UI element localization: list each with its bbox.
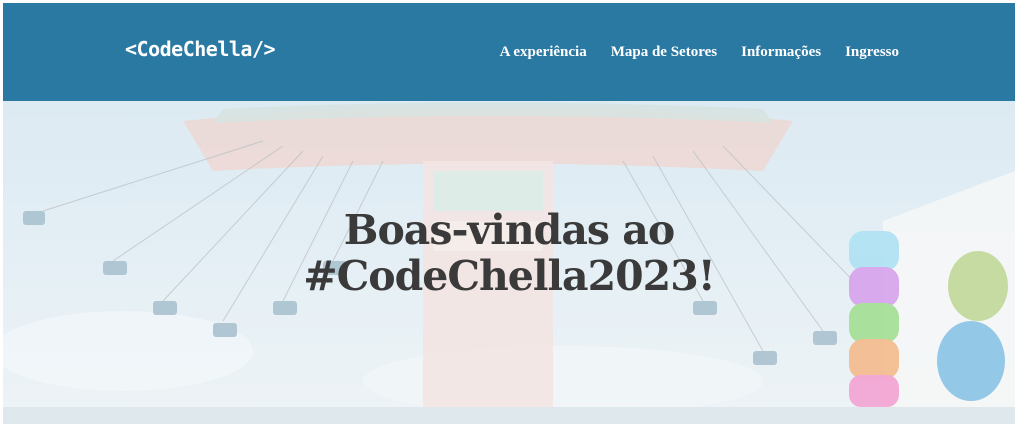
site-header: <CodeChella/> A experiência Mapa de Seto…: [3, 3, 1015, 101]
nav-link-ingresso[interactable]: Ingresso: [845, 44, 899, 61]
hero-title-line1: Boas-vindas ao: [343, 206, 675, 254]
nav-link-informacoes[interactable]: Informações: [741, 44, 821, 61]
main-nav: A experiência Mapa de Setores Informaçõe…: [500, 44, 899, 61]
nav-link-mapa-de-setores[interactable]: Mapa de Setores: [611, 44, 717, 61]
section-divider: [3, 407, 1015, 424]
logo[interactable]: <CodeChella/>: [125, 37, 276, 61]
hero-title: Boas-vindas ao #CodeChella2023!: [3, 207, 1015, 299]
hero-banner: Boas-vindas ao #CodeChella2023!: [3, 101, 1015, 407]
hero-title-line2: #CodeChella2023!: [303, 252, 715, 300]
page-frame: <CodeChella/> A experiência Mapa de Seto…: [3, 3, 1015, 424]
nav-link-experiencia[interactable]: A experiência: [500, 44, 587, 61]
